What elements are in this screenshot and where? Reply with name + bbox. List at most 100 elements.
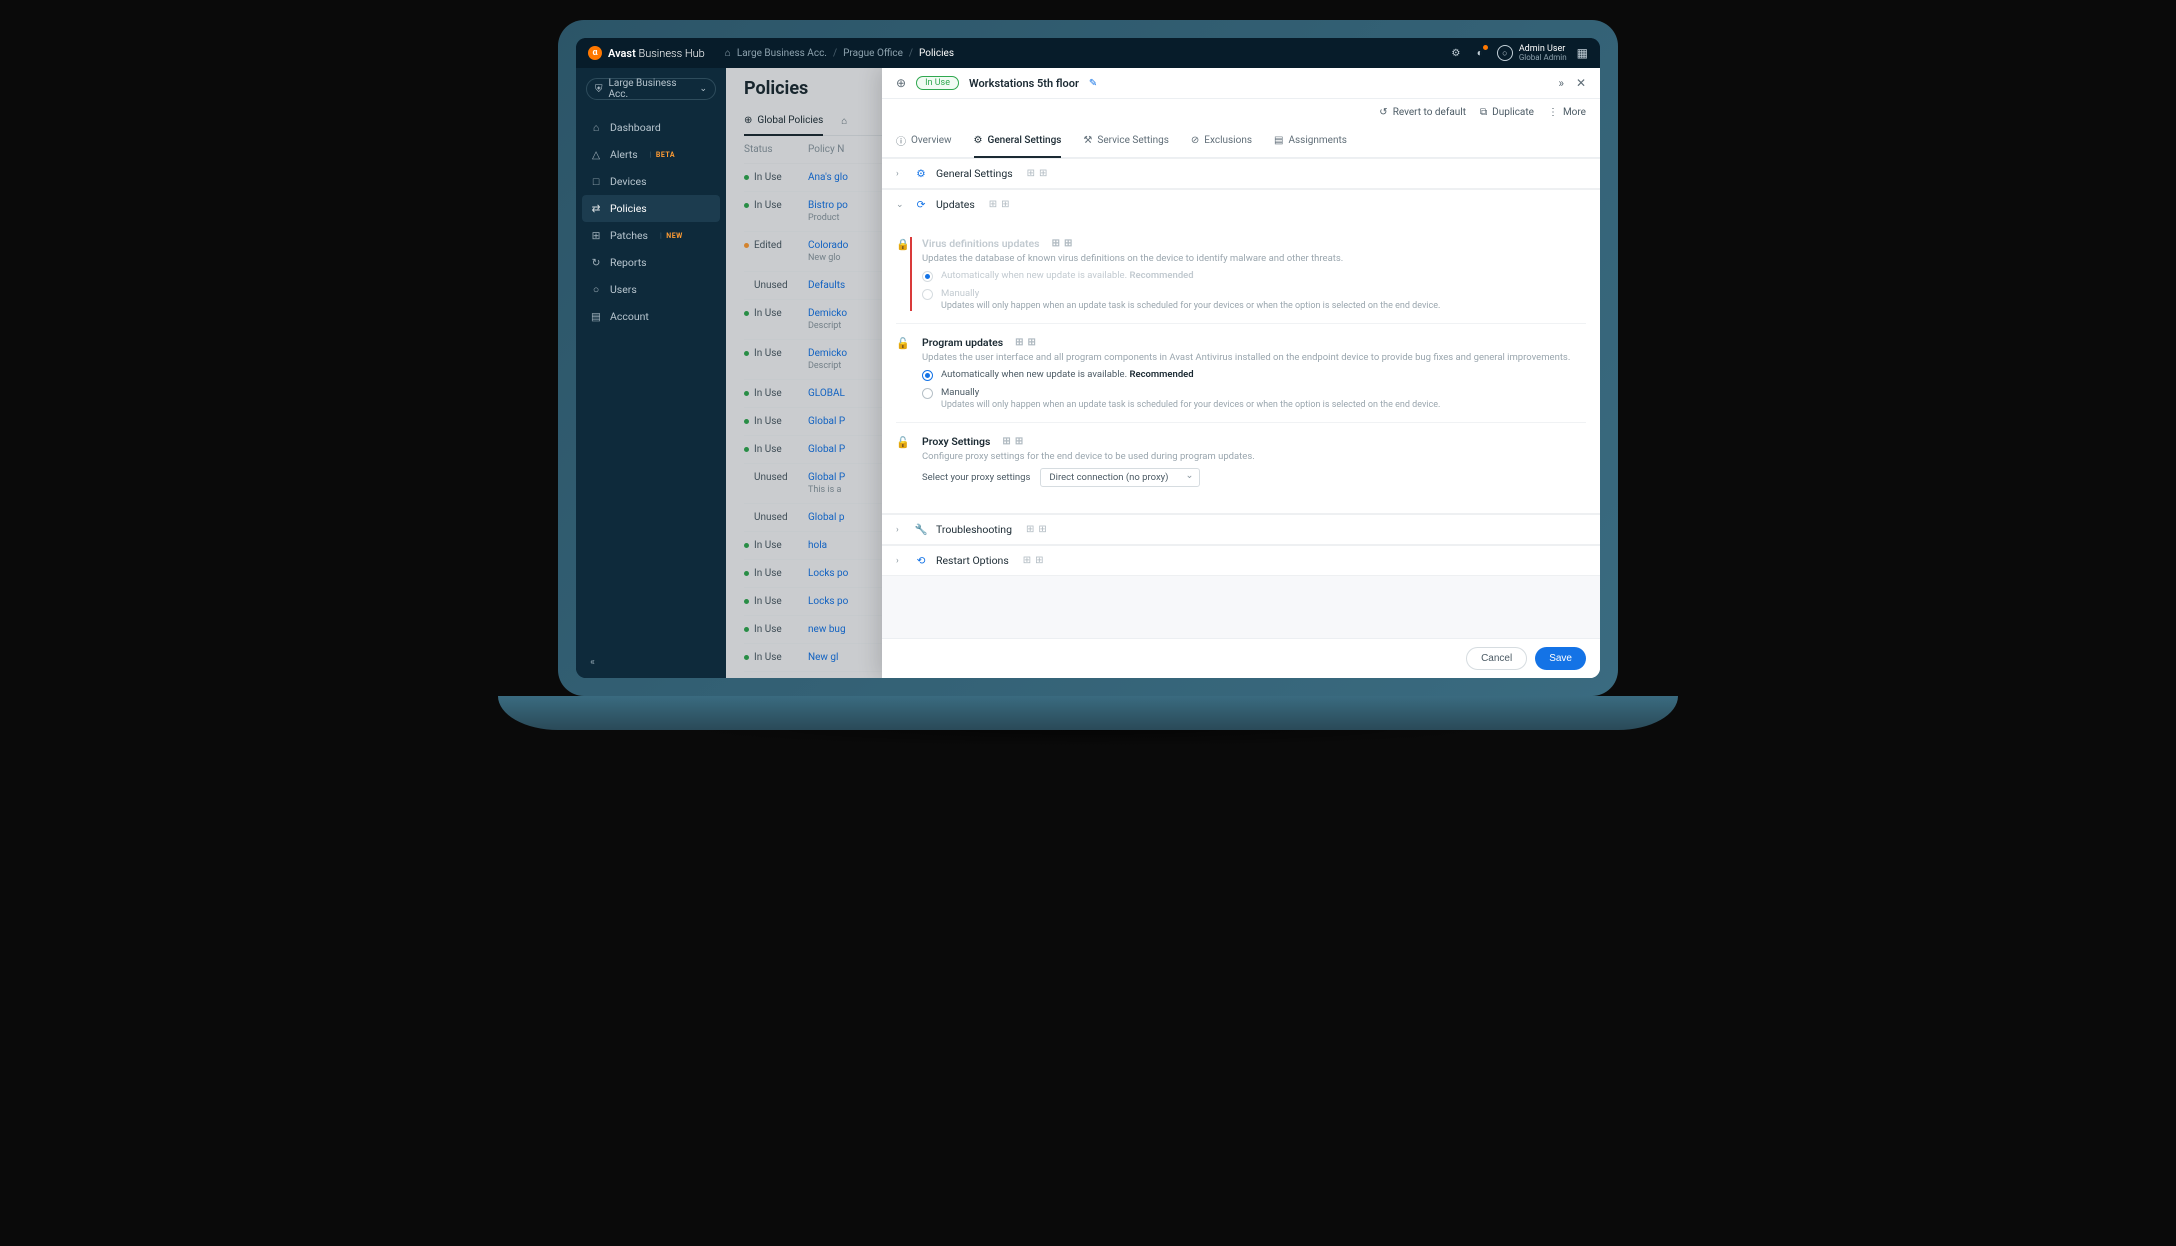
info-icon: ⓘ (896, 133, 906, 148)
gear-icon: ⚙ (914, 167, 928, 180)
radio-program-auto[interactable] (922, 370, 933, 381)
section-updates[interactable]: ⌄ ⟳ Updates ⊞⊞ (882, 189, 1600, 219)
dtab-exclusions[interactable]: ⊘ Exclusions (1191, 126, 1252, 157)
dtab-service[interactable]: ⚒ Service Settings (1083, 126, 1169, 157)
lock-icon[interactable]: 🔒 (896, 237, 910, 311)
policies-icon: ⇄ (590, 202, 602, 215)
dtab-overview[interactable]: ⓘ Overview (896, 126, 952, 157)
proxy-select-label: Select your proxy settings (922, 472, 1030, 483)
section-troubleshooting[interactable]: › 🔧 Troubleshooting ⊞⊞ (882, 514, 1600, 545)
breadcrumb: ⌂ Large Business Acc. / Prague Office / … (725, 48, 954, 59)
revert-icon: ↺ (1379, 107, 1387, 118)
avatar-icon: ○ (1497, 45, 1513, 61)
chevron-down-icon: ⌄ (699, 84, 707, 94)
shield-icon: ⛨ (595, 84, 603, 95)
radio-program-auto-label[interactable]: Automatically when new update is availab… (941, 369, 1194, 380)
home-icon[interactable]: ⌂ (725, 48, 731, 59)
radio-virus-auto-label: Automatically when new update is availab… (941, 270, 1194, 281)
collapse-sidebar-icon[interactable]: « (590, 655, 595, 668)
breadcrumb-page: Policies (919, 48, 954, 59)
revert-button[interactable]: ↺ Revert to default (1379, 107, 1466, 118)
virus-updates-title: Virus definitions updates ⊞⊞ (922, 237, 1586, 250)
status-chip: In Use (916, 76, 959, 90)
proxy-settings-desc: Configure proxy settings for the end dev… (922, 451, 1586, 462)
platform-icons: ⊞⊞ (1015, 337, 1040, 348)
section-restart-options[interactable]: › ⟲ Restart Options ⊞⊞ (882, 545, 1600, 576)
radio-virus-manual-label: Manually (941, 288, 1440, 299)
help-icon[interactable]: ◐ (1473, 46, 1487, 60)
duplicate-button[interactable]: ⧉ Duplicate (1480, 107, 1534, 118)
chevron-right-icon: › (896, 556, 906, 566)
proxy-select[interactable]: Direct connection (no proxy) (1040, 468, 1200, 487)
gear-icon: ⚙ (974, 135, 983, 146)
platform-icons: ⊞⊞ (1023, 555, 1048, 566)
close-icon[interactable]: ✕ (1576, 76, 1586, 90)
settings-icon[interactable]: ⚙ (1449, 46, 1463, 60)
updates-icon: ⟳ (914, 198, 928, 211)
sidebar-item-policies[interactable]: ⇄ Policies (582, 195, 720, 222)
user-menu[interactable]: ○ Admin User Global Admin (1497, 45, 1567, 62)
assignments-icon: ▤ (1274, 135, 1283, 146)
cancel-button[interactable]: Cancel (1466, 647, 1527, 670)
main-content: Policies ⊕ Global Policies ⌂ (726, 68, 1600, 678)
restart-icon: ⟲ (914, 554, 928, 567)
patches-icon: ⊞ (590, 229, 602, 242)
lock-icon[interactable]: 🔓 (896, 435, 910, 487)
app-grid-icon[interactable]: ▦ (1577, 46, 1588, 60)
sidebar-item-devices[interactable]: □ Devices (576, 168, 726, 195)
save-button[interactable]: Save (1535, 647, 1586, 670)
radio-virus-auto (922, 271, 933, 282)
duplicate-icon: ⧉ (1480, 107, 1487, 118)
reports-icon: ↻ (590, 256, 602, 269)
radio-program-manual[interactable] (922, 388, 933, 399)
beta-badge: BETA (650, 151, 675, 159)
platform-icons: ⊞⊞ (1002, 436, 1023, 447)
sidebar-item-reports[interactable]: ↻ Reports (576, 249, 726, 276)
devices-icon: □ (590, 175, 602, 188)
sidebar-item-patches[interactable]: ⊞ Patches NEW (576, 222, 726, 249)
platform-icons: ⊞⊞ (1052, 238, 1077, 249)
dtab-general[interactable]: ⚙ General Settings (974, 126, 1062, 158)
lock-icon[interactable]: 🔓 (896, 336, 910, 410)
top-bar: α Avast Business Hub ⌂ Large Business Ac… (576, 38, 1600, 68)
troubleshooting-icon: 🔧 (914, 523, 928, 536)
expand-icon[interactable]: » (1558, 76, 1564, 90)
service-icon: ⚒ (1083, 135, 1092, 146)
dtab-assignments[interactable]: ▤ Assignments (1274, 126, 1347, 157)
account-picker[interactable]: ⛨ Large Business Acc. ⌄ (586, 78, 716, 100)
exclusions-icon: ⊘ (1191, 135, 1199, 146)
chevron-right-icon: › (896, 169, 906, 179)
program-updates-desc: Updates the user interface and all progr… (922, 352, 1586, 363)
edit-icon[interactable]: ✎ (1089, 78, 1097, 89)
platform-icons: ⊞⊞ (989, 199, 1014, 210)
drawer-title: Workstations 5th floor (969, 77, 1079, 90)
brand-logo-icon: α (588, 46, 602, 60)
users-icon: ○ (590, 283, 602, 296)
chevron-down-icon: ⌄ (896, 200, 906, 210)
globe-icon: ⊕ (896, 76, 906, 90)
radio-program-manual-label[interactable]: Manually (941, 387, 1440, 398)
more-button[interactable]: ⋮ More (1548, 107, 1586, 118)
program-updates-title: Program updates ⊞⊞ (922, 336, 1586, 349)
virus-updates-desc: Updates the database of known virus defi… (922, 253, 1586, 264)
sidebar-item-alerts[interactable]: △ Alerts BETA (576, 141, 726, 168)
section-general-settings[interactable]: › ⚙ General Settings ⊞⊞ (882, 158, 1600, 189)
sidebar-item-users[interactable]: ○ Users (576, 276, 726, 303)
breadcrumb-site[interactable]: Prague Office (843, 48, 903, 59)
platform-icons: ⊞⊞ (1027, 168, 1048, 179)
user-role: Global Admin (1519, 54, 1567, 62)
chevron-right-icon: › (896, 525, 906, 535)
radio-virus-manual-sub: Updates will only happen when an update … (941, 301, 1440, 311)
sidebar-item-account[interactable]: ▤ Account (576, 303, 726, 330)
new-badge: NEW (660, 232, 683, 240)
sidebar-item-dashboard[interactable]: ⌂ Dashboard (576, 114, 726, 141)
policy-drawer: ⊕ In Use Workstations 5th floor ✎ » ✕ (882, 68, 1600, 678)
radio-program-manual-sub: Updates will only happen when an update … (941, 400, 1440, 410)
more-icon: ⋮ (1548, 107, 1558, 118)
breadcrumb-account[interactable]: Large Business Acc. (737, 48, 827, 59)
alerts-icon: △ (590, 148, 602, 161)
brand-name: Avast Business Hub (608, 47, 705, 60)
proxy-settings-title: Proxy Settings ⊞⊞ (922, 435, 1586, 448)
sidebar: ⛨ Large Business Acc. ⌄ ⌂ Dashboard △ Al… (576, 68, 726, 678)
account-icon: ▤ (590, 310, 602, 323)
